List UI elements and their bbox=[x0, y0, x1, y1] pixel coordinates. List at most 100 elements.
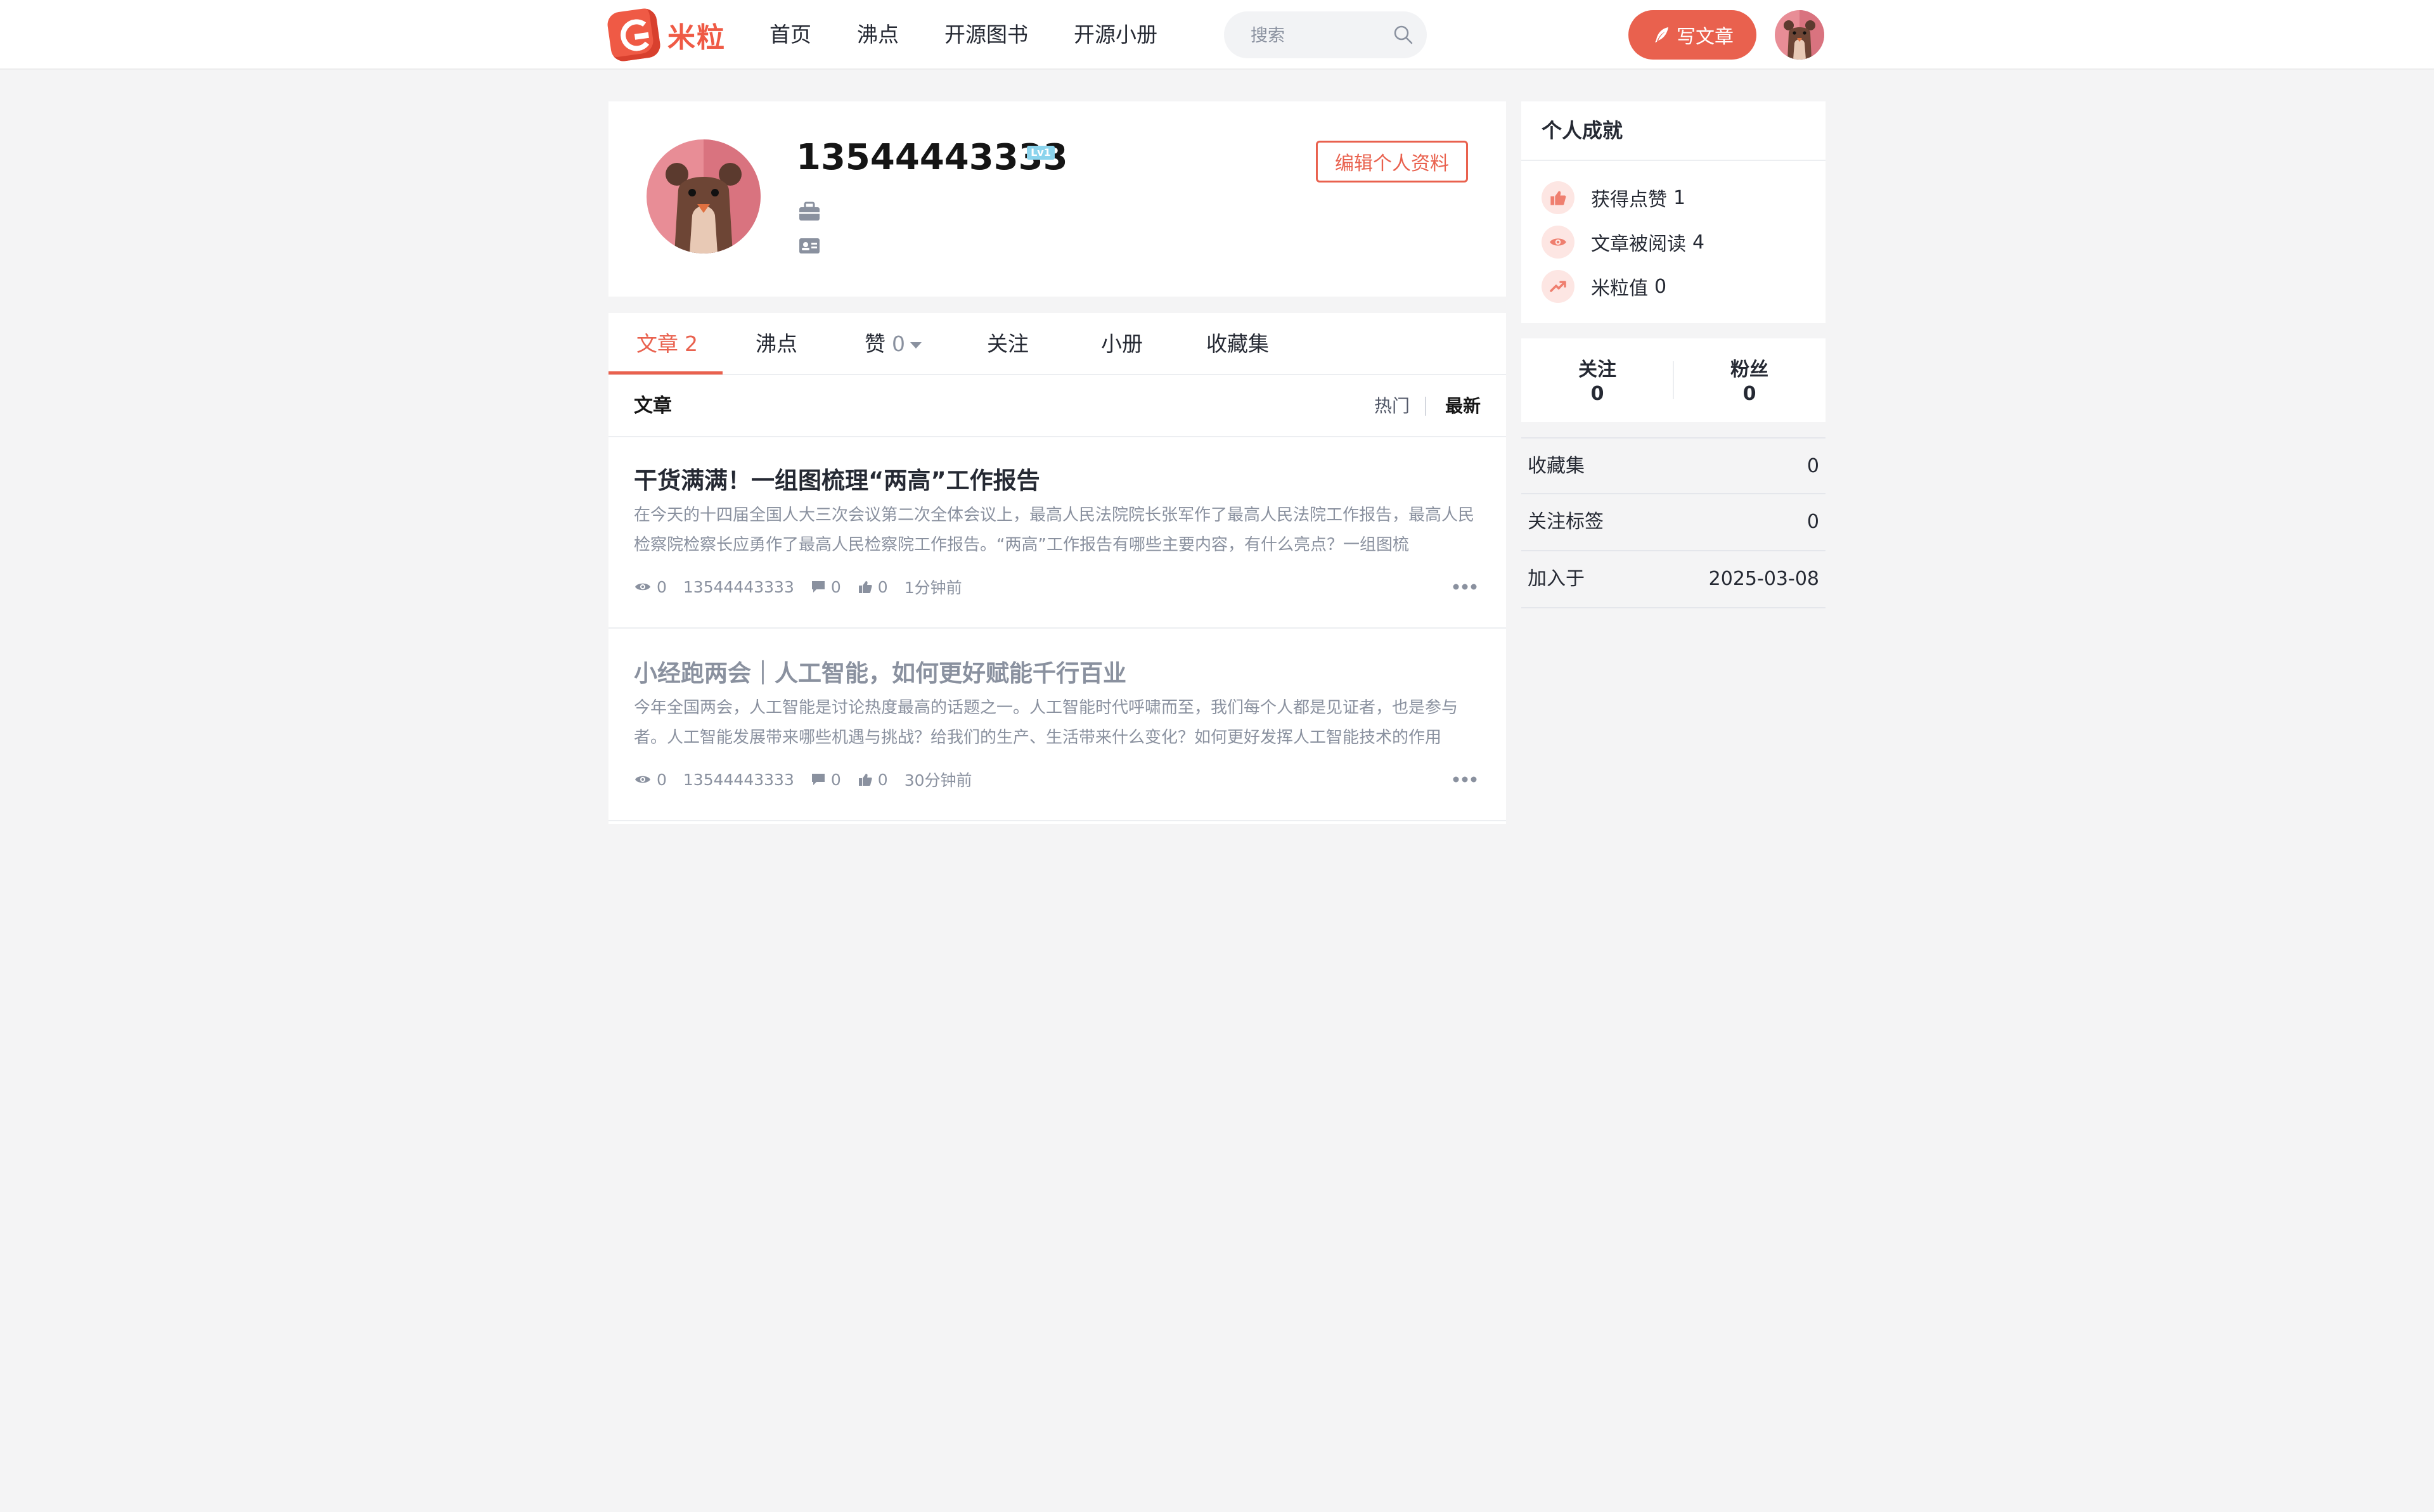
search-box bbox=[1224, 11, 1427, 60]
profile-tabs: 文章 2 沸点 赞0 关注 小册 收藏集 bbox=[608, 313, 1506, 375]
achievement-value: 4 bbox=[1692, 231, 1705, 253]
stat-label: 加入于 bbox=[1528, 568, 1585, 590]
user-avatar[interactable] bbox=[1775, 10, 1824, 60]
follow-card: 关注 0 粉丝 0 bbox=[1521, 338, 1826, 422]
bear-avatar-icon bbox=[1784, 10, 1824, 60]
views-count: 0 bbox=[657, 770, 667, 789]
tab-label: 文章 bbox=[636, 331, 678, 356]
site-logo[interactable]: 米粒 bbox=[605, 6, 726, 63]
comments-meta: 0 bbox=[811, 578, 841, 596]
profile-card: 13544443333 Lv1 编辑个人资料 bbox=[608, 101, 1506, 297]
thumb-up-icon bbox=[858, 774, 872, 786]
followers-stat[interactable]: 粉丝 0 bbox=[1673, 354, 1826, 405]
search-icon[interactable] bbox=[1393, 24, 1414, 46]
article-time: 30分钟前 bbox=[904, 771, 972, 790]
followers-label: 粉丝 bbox=[1730, 359, 1768, 381]
tab-following[interactable]: 关注 bbox=[987, 313, 1029, 375]
trend-icon bbox=[1542, 270, 1574, 303]
sort-hot-button[interactable]: 热门 bbox=[1374, 375, 1410, 437]
nav-item-books[interactable]: 开源图书 bbox=[944, 16, 1028, 53]
tab-label: 关注 bbox=[987, 331, 1029, 356]
achievement-value: 0 bbox=[1654, 275, 1667, 298]
tab-label: 沸点 bbox=[756, 331, 797, 356]
achievements-title: 个人成就 bbox=[1542, 119, 1623, 143]
write-article-label: 写文章 bbox=[1677, 26, 1734, 48]
thumb-up-icon bbox=[1542, 181, 1574, 214]
achievement-label: 文章被阅读 bbox=[1591, 233, 1686, 255]
stat-label: 收藏集 bbox=[1528, 455, 1585, 477]
article-item[interactable]: 小经跑两会｜人工智能，如何更好赋能千行百业 今年全国两会，人工智能是讨论热度最高… bbox=[608, 630, 1506, 821]
likes-meta: 0 bbox=[858, 578, 888, 596]
tab-likes[interactable]: 赞0 bbox=[865, 313, 922, 375]
tab-pins[interactable]: 沸点 bbox=[756, 313, 797, 375]
tab-count: 2 bbox=[685, 331, 698, 356]
more-options-icon[interactable] bbox=[1452, 582, 1478, 592]
content-card: 文章 2 沸点 赞0 关注 小册 收藏集 文章 热门 最新 干货满满！一组图梳理… bbox=[608, 313, 1506, 824]
likes-meta: 0 bbox=[858, 771, 888, 789]
briefcase-icon bbox=[799, 202, 820, 221]
stat-joined-date: 加入于 2025-03-08 bbox=[1521, 551, 1826, 608]
comments-meta: 0 bbox=[811, 771, 841, 789]
top-navbar: 米粒 首页 沸点 开源图书 开源小册 写文章 bbox=[0, 0, 2434, 70]
stat-collections[interactable]: 收藏集 0 bbox=[1521, 437, 1826, 494]
active-tab-indicator bbox=[608, 371, 723, 375]
tab-count: 0 bbox=[892, 331, 905, 356]
id-card-icon bbox=[799, 238, 820, 253]
logo-icon bbox=[605, 6, 662, 63]
list-title: 文章 bbox=[634, 395, 672, 417]
write-article-button[interactable]: 写文章 bbox=[1628, 10, 1756, 60]
stat-followed-tags[interactable]: 关注标签 0 bbox=[1521, 494, 1826, 551]
achievement-likes: 获得点赞 1 bbox=[1542, 180, 1685, 215]
eye-icon bbox=[1542, 226, 1574, 259]
divider bbox=[1521, 160, 1826, 161]
page: 米粒 首页 沸点 开源图书 开源小册 写文章 bbox=[0, 0, 2434, 1512]
tab-label: 赞 bbox=[865, 331, 885, 356]
stat-value: 2025-03-08 bbox=[1708, 568, 1819, 590]
following-stat[interactable]: 关注 0 bbox=[1521, 354, 1673, 405]
article-time: 1分钟前 bbox=[904, 579, 962, 597]
article-title[interactable]: 干货满满！一组图梳理“两高”工作报告 bbox=[634, 461, 1040, 496]
likes-count: 0 bbox=[877, 770, 888, 789]
article-abstract: 今年全国两会，人工智能是讨论热度最高的话题之一。人工智能时代呼啸而至，我们每个人… bbox=[634, 698, 1458, 747]
views-meta: 0 bbox=[634, 771, 667, 789]
article-meta: 0 13544443333 0 0 30分钟前 bbox=[634, 768, 989, 791]
bear-avatar-icon bbox=[666, 139, 761, 253]
edit-profile-button[interactable]: 编辑个人资料 bbox=[1316, 141, 1468, 183]
achievement-points: 米粒值 0 bbox=[1542, 269, 1666, 304]
profile-stats: 收藏集 0 关注标签 0 加入于 2025-03-08 bbox=[1521, 437, 1826, 608]
nav-item-pins[interactable]: 沸点 bbox=[857, 16, 899, 53]
stat-label: 关注标签 bbox=[1528, 511, 1604, 533]
caret-down-icon bbox=[910, 342, 922, 349]
quill-icon bbox=[1655, 27, 1668, 42]
comment-icon bbox=[811, 774, 825, 785]
followers-count: 0 bbox=[1742, 383, 1756, 405]
more-options-icon[interactable] bbox=[1452, 774, 1478, 785]
views-meta: 0 bbox=[634, 578, 667, 596]
following-count: 0 bbox=[1590, 383, 1604, 405]
sort-divider bbox=[1425, 397, 1426, 416]
eye-icon bbox=[635, 776, 650, 783]
tab-booklets[interactable]: 小册 bbox=[1101, 313, 1143, 375]
author-name[interactable]: 13544443333 bbox=[683, 771, 794, 789]
stat-value: 0 bbox=[1806, 455, 1819, 477]
achievement-reads: 文章被阅读 4 bbox=[1542, 224, 1704, 260]
achievement-label: 米粒值 bbox=[1591, 278, 1648, 300]
likes-count: 0 bbox=[877, 577, 888, 596]
thumb-up-icon bbox=[858, 581, 872, 593]
tab-articles[interactable]: 文章 2 bbox=[636, 313, 698, 375]
logo-text: 米粒 bbox=[667, 22, 726, 54]
comment-icon bbox=[811, 581, 825, 593]
article-item[interactable]: 干货满满！一组图梳理“两高”工作报告 在今天的十四届全国人大三次会议第二次全体会… bbox=[608, 437, 1506, 629]
sort-new-button[interactable]: 最新 bbox=[1445, 375, 1481, 437]
article-title[interactable]: 小经跑两会｜人工智能，如何更好赋能千行百业 bbox=[634, 654, 1126, 688]
nav-item-home[interactable]: 首页 bbox=[769, 16, 811, 53]
nav-item-booklets[interactable]: 开源小册 bbox=[1074, 16, 1157, 53]
comments-count: 0 bbox=[830, 577, 841, 596]
comments-count: 0 bbox=[830, 770, 841, 789]
stat-value: 0 bbox=[1806, 511, 1819, 533]
article-meta: 0 13544443333 0 0 1分钟前 bbox=[634, 575, 979, 598]
tab-collections[interactable]: 收藏集 bbox=[1206, 313, 1269, 375]
search-input[interactable] bbox=[1249, 11, 1385, 60]
author-name[interactable]: 13544443333 bbox=[683, 578, 794, 596]
list-subheader: 文章 热门 最新 bbox=[608, 375, 1506, 437]
